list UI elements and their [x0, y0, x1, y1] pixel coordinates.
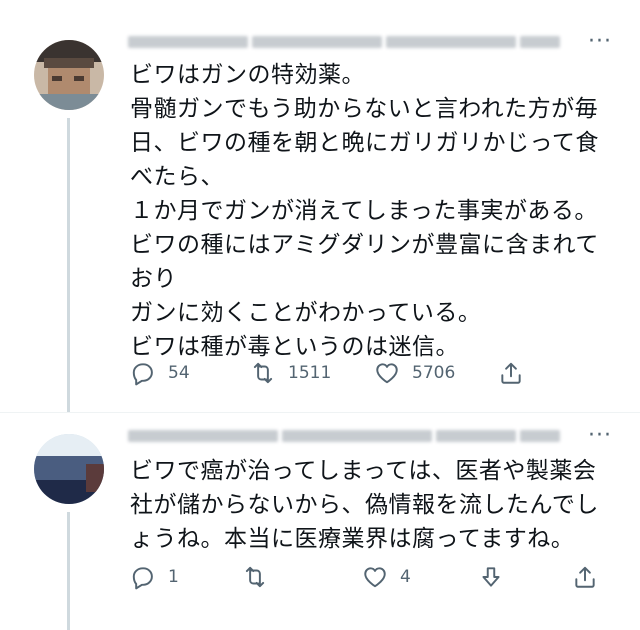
thread-line	[67, 512, 70, 630]
tweet-text: ビワで癌が治ってしまっては、医者や製薬会社が儲からないから、偽情報を流したんでし…	[130, 458, 599, 552]
thread-line	[67, 118, 70, 413]
downvote-button[interactable]	[478, 564, 504, 590]
tweet-1[interactable]: ··· ビワはガンの特効薬。 骨髄ガンでもう助からないと言われた方が毎日、ビワの…	[0, 0, 640, 413]
blurred-date	[520, 430, 560, 442]
like-button[interactable]: 4	[362, 564, 411, 590]
reply-count: 54	[168, 363, 190, 383]
like-button[interactable]: 5706	[374, 360, 455, 386]
share-icon	[501, 362, 521, 384]
tweet-text: ビワはガンの特効薬。 骨髄ガンでもう助からないと言われた方が毎日、ビワの種を朝と…	[130, 62, 599, 360]
like-count: 4	[400, 567, 411, 587]
tweet-actions: 54 1511 5706	[128, 360, 568, 390]
avatar[interactable]	[34, 434, 104, 504]
more-horizontal-icon[interactable]: ···	[588, 31, 612, 53]
blurred-handle	[282, 430, 432, 442]
reply-icon	[132, 363, 153, 386]
share-button[interactable]	[498, 360, 524, 386]
blurred-handle	[386, 36, 516, 48]
like-count: 5706	[412, 363, 456, 383]
more-horizontal-icon[interactable]: ···	[588, 425, 612, 447]
user-header[interactable]	[128, 34, 568, 50]
reply-icon	[132, 567, 153, 590]
reply-button[interactable]: 54	[130, 360, 190, 386]
retweet-button[interactable]	[242, 564, 268, 590]
blurred-handle	[436, 430, 516, 442]
share-button[interactable]	[572, 564, 598, 590]
blurred-date	[520, 36, 560, 48]
blurred-username	[128, 36, 248, 48]
reply-button[interactable]: 1	[130, 564, 179, 590]
retweet-icon	[253, 362, 273, 384]
reply-count: 1	[168, 567, 179, 587]
tweet-actions: 1 4	[128, 564, 595, 594]
tweet-2[interactable]: ··· ビワで癌が治ってしまっては、医者や製薬会社が儲からないから、偽情報を流し…	[0, 412, 640, 630]
share-icon	[575, 566, 595, 588]
retweet-icon	[245, 566, 265, 588]
avatar[interactable]	[34, 40, 104, 110]
heart-icon	[364, 567, 386, 588]
user-header[interactable]	[128, 428, 568, 444]
downvote-icon	[482, 567, 500, 587]
blurred-handle	[252, 36, 382, 48]
retweet-button[interactable]: 1511	[250, 360, 331, 386]
retweet-count: 1511	[288, 363, 332, 383]
heart-icon	[376, 363, 398, 384]
blurred-username	[128, 430, 278, 442]
